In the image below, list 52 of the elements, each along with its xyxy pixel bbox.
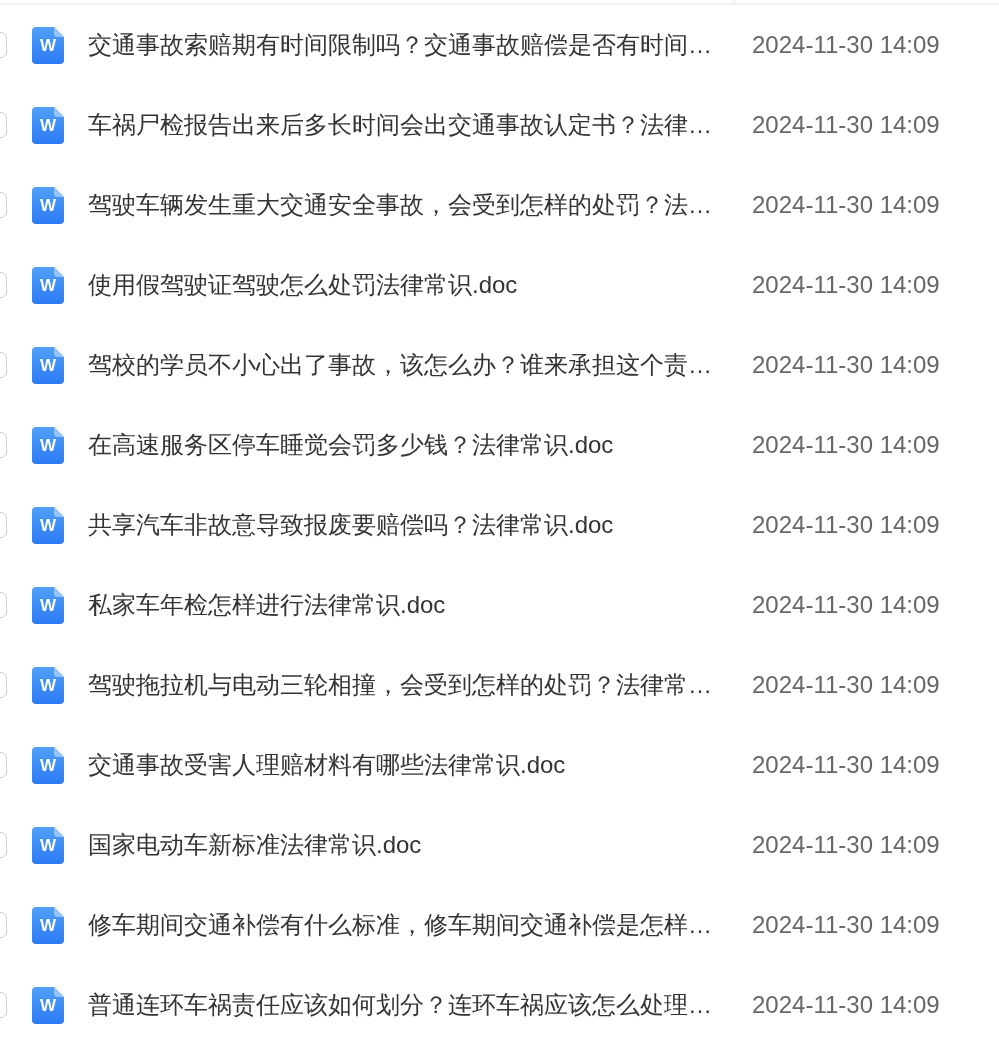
modified-date: 2024-11-30 14:09 [752, 910, 940, 940]
document-icon [32, 666, 64, 704]
file-type-label: W [40, 36, 57, 54]
file-type-label: W [40, 916, 57, 934]
file-name[interactable]: 驾驶车辆发生重大交通安全事故，会受到怎样的处罚？法… [88, 189, 728, 221]
modified-date: 2024-11-30 14:09 [752, 990, 940, 1020]
document-icon [32, 186, 64, 224]
file-type-label: W [40, 836, 57, 854]
file-type-label: W [40, 516, 57, 534]
modified-date: 2024-11-30 14:09 [752, 510, 940, 540]
document-icon [32, 426, 64, 464]
file-type-label: W [40, 436, 57, 454]
document-icon [32, 826, 64, 864]
modified-date: 2024-11-30 14:09 [752, 110, 940, 140]
document-icon [32, 586, 64, 624]
file-name[interactable]: 使用假驾驶证驾驶怎么处罚法律常识.doc [88, 269, 728, 301]
file-name[interactable]: 修车期间交通补偿有什么标准，修车期间交通补偿是怎样… [88, 909, 728, 941]
file-type-label: W [40, 196, 57, 214]
file-type-label: W [40, 276, 57, 294]
file-name[interactable]: 私家车年检怎样进行法律常识.doc [88, 589, 728, 621]
file-name[interactable]: 驾校的学员不小心出了事故，该怎么办？谁来承担这个责… [88, 349, 728, 381]
file-type-label: W [40, 356, 57, 374]
document-icon [32, 746, 64, 784]
modified-date: 2024-11-30 14:09 [752, 830, 940, 860]
document-icon [32, 26, 64, 64]
modified-date: 2024-11-30 14:09 [752, 590, 940, 620]
document-icon [32, 906, 64, 944]
file-type-label: W [40, 676, 57, 694]
document-icon [32, 506, 64, 544]
file-type-label: W [40, 996, 57, 1014]
document-icon [32, 346, 64, 384]
document-icon [32, 266, 64, 304]
modified-date: 2024-11-30 14:09 [752, 350, 940, 380]
file-name[interactable]: 交通事故索赔期有时间限制吗？交通事故赔偿是否有时间… [88, 29, 728, 61]
document-icon [32, 106, 64, 144]
modified-date: 2024-11-30 14:09 [752, 30, 940, 60]
file-name[interactable]: 交通事故受害人理赔材料有哪些法律常识.doc [88, 749, 728, 781]
file-name[interactable]: 普通连环车祸责任应该如何划分？连环车祸应该怎么处理… [88, 989, 728, 1021]
file-type-label: W [40, 756, 57, 774]
file-type-label: W [40, 596, 57, 614]
file-name[interactable]: 在高速服务区停车睡觉会罚多少钱？法律常识.doc [88, 429, 728, 461]
modified-date: 2024-11-30 14:09 [752, 750, 940, 780]
document-icon [32, 986, 64, 1024]
modified-date: 2024-11-30 14:09 [752, 270, 940, 300]
modified-date: 2024-11-30 14:09 [752, 670, 940, 700]
file-name[interactable]: 车祸尸检报告出来后多长时间会出交通事故认定书？法律… [88, 109, 728, 141]
file-name[interactable]: 共享汽车非故意导致报废要赔偿吗？法律常识.doc [88, 509, 728, 541]
file-name[interactable]: 驾驶拖拉机与电动三轮相撞，会受到怎样的处罚？法律常… [88, 669, 728, 701]
file-name[interactable]: 国家电动车新标准法律常识.doc [88, 829, 728, 861]
file-type-label: W [40, 116, 57, 134]
modified-date: 2024-11-30 14:09 [752, 190, 940, 220]
modified-date: 2024-11-30 14:09 [752, 430, 940, 460]
